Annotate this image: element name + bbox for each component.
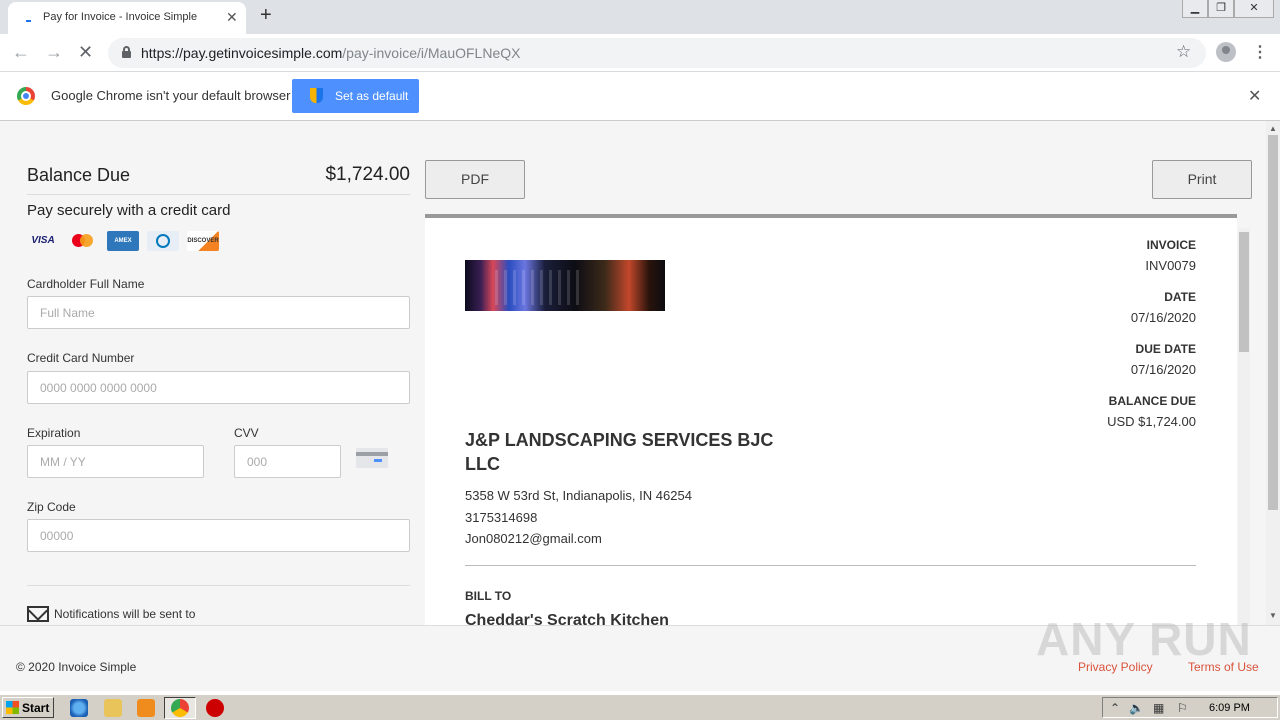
flag-icon[interactable]: ⚐	[1177, 701, 1188, 715]
infobar-close-icon[interactable]: ✕	[1248, 86, 1261, 106]
set-as-default-button[interactable]: Set as default	[292, 79, 419, 113]
chrome-menu-icon[interactable]: ⋮	[1252, 42, 1268, 62]
taskbar-chrome-button[interactable]	[164, 697, 196, 719]
windows-logo-icon	[6, 701, 19, 714]
balance-due-row: Balance Due $1,724.00	[27, 163, 410, 195]
card-number-label: Credit Card Number	[27, 351, 135, 365]
company-logo-image	[465, 260, 665, 311]
scroll-down-icon[interactable]: ▼	[1269, 611, 1277, 620]
form-divider	[27, 585, 410, 586]
scroll-up-icon[interactable]: ▲	[1269, 124, 1277, 133]
chrome-taskbar-icon	[171, 699, 189, 717]
discover-logo-icon: DISCOVER	[187, 231, 219, 251]
new-tab-icon[interactable]: +	[260, 4, 272, 27]
back-icon[interactable]: ←	[12, 42, 30, 63]
print-button[interactable]: Print	[1152, 160, 1252, 199]
stop-loading-icon[interactable]: ✕	[78, 42, 93, 63]
system-tray: ⌃ 🔈 ▦ ⚐ 6:09 PM	[1102, 697, 1278, 718]
client-name: Cheddar's Scratch Kitchen	[465, 612, 669, 625]
amex-logo-icon: AMEX	[107, 231, 139, 251]
cvv-label: CVV	[234, 426, 259, 440]
invoice-label: INVOICE	[1146, 238, 1196, 252]
zip-code-input[interactable]: 00000	[27, 519, 410, 552]
stop-sign-icon[interactable]	[206, 699, 224, 717]
balance-due-invoice: USD $1,724.00	[1107, 414, 1196, 429]
restore-icon[interactable]: ❐	[1208, 0, 1234, 18]
pdf-button[interactable]: PDF	[425, 160, 525, 199]
taskbar-clock[interactable]: 6:09 PM	[1209, 702, 1250, 714]
media-player-icon[interactable]	[137, 699, 155, 717]
tab-strip: Pay for Invoice - Invoice Simple ✕ + ▁ ❐…	[0, 0, 1280, 34]
url-text[interactable]: https://pay.getinvoicesimple.com/pay-inv…	[141, 45, 520, 61]
tab-close-icon[interactable]: ✕	[226, 9, 238, 26]
diners-logo-icon	[147, 231, 179, 251]
page-scrollbar[interactable]: ▲ ▼	[1266, 121, 1280, 625]
window-close-icon[interactable]: ✕	[1234, 0, 1274, 18]
infobar-message: Google Chrome isn't your default browser	[51, 88, 291, 103]
tray-expand-icon[interactable]: ⌃	[1110, 701, 1120, 715]
cvv-input[interactable]: 000	[234, 445, 341, 478]
loading-favicon-icon	[24, 15, 32, 23]
invoice-number: INV0079	[1145, 258, 1196, 273]
expiration-input[interactable]: MM / YY	[27, 445, 204, 478]
browser-toolbar: ← → ✕ https://pay.getinvoicesimple.com/p…	[0, 34, 1280, 72]
expiration-label: Expiration	[27, 426, 81, 440]
tab-title: Pay for Invoice - Invoice Simple	[43, 11, 198, 23]
forward-icon[interactable]: →	[45, 42, 63, 63]
company-email: Jon080212@gmail.com	[465, 531, 602, 546]
due-date: 07/16/2020	[1130, 362, 1196, 377]
network-icon[interactable]: ▦	[1153, 701, 1164, 715]
date-label: DATE	[1164, 290, 1196, 304]
invoice-scrollbar[interactable]	[1238, 228, 1250, 625]
payment-page: Balance Due $1,724.00 Pay securely with …	[0, 121, 1266, 625]
cvv-card-icon	[356, 448, 388, 468]
scroll-thumb[interactable]	[1268, 135, 1278, 510]
due-date-label: DUE DATE	[1135, 342, 1196, 356]
bill-to-label: BILL TO	[465, 589, 512, 603]
invoice-divider	[465, 565, 1196, 566]
invoice-preview: INVOICE INV0079 DATE 07/16/2020 DUE DATE…	[425, 214, 1237, 625]
cardholder-name-input[interactable]: Full Name	[27, 296, 410, 329]
lock-icon	[122, 46, 131, 58]
company-address: 5358 W 53rd St, Indianapolis, IN 46254	[465, 488, 692, 503]
browser-tab[interactable]: Pay for Invoice - Invoice Simple ✕	[8, 2, 246, 34]
card-number-input[interactable]: 0000 0000 0000 0000	[27, 371, 410, 404]
pay-securely-heading: Pay securely with a credit card	[27, 202, 231, 219]
notifications-text: Notifications will be sent to	[54, 607, 196, 621]
chrome-logo-icon	[17, 87, 35, 105]
shield-icon	[310, 88, 323, 103]
visa-logo-icon: VISA	[31, 235, 55, 246]
address-bar[interactable]: https://pay.getinvoicesimple.com/pay-inv…	[108, 38, 1206, 68]
envelope-icon	[27, 606, 49, 622]
company-phone: 3175314698	[465, 510, 538, 525]
zip-code-label: Zip Code	[27, 500, 76, 514]
explorer-folder-icon[interactable]	[104, 699, 122, 717]
anyrun-watermark: ANY RUN	[1036, 613, 1252, 665]
copyright-text: © 2020 Invoice Simple	[16, 660, 137, 674]
balance-due-label: Balance Due	[27, 165, 131, 185]
profile-icon[interactable]	[1216, 42, 1236, 62]
windows-taskbar: Start ⌃ 🔈 ▦ ⚐ 6:09 PM	[0, 694, 1280, 720]
bookmark-star-icon[interactable]: ☆	[1176, 42, 1191, 62]
cardholder-name-label: Cardholder Full Name	[27, 277, 145, 291]
minimize-icon[interactable]: ▁	[1182, 0, 1208, 18]
company-name: J&P LANDSCAPING SERVICES BJC LLC	[465, 430, 774, 474]
default-browser-infobar: Google Chrome isn't your default browser…	[0, 72, 1280, 121]
mastercard-logo-icon	[67, 231, 99, 251]
invoice-date: 07/16/2020	[1130, 310, 1196, 325]
start-button[interactable]: Start	[2, 697, 54, 718]
internet-explorer-icon[interactable]	[70, 699, 88, 717]
volume-icon[interactable]: 🔈	[1129, 701, 1144, 715]
balance-due-label-invoice: BALANCE DUE	[1108, 394, 1196, 408]
balance-due-amount: $1,724.00	[325, 164, 410, 185]
